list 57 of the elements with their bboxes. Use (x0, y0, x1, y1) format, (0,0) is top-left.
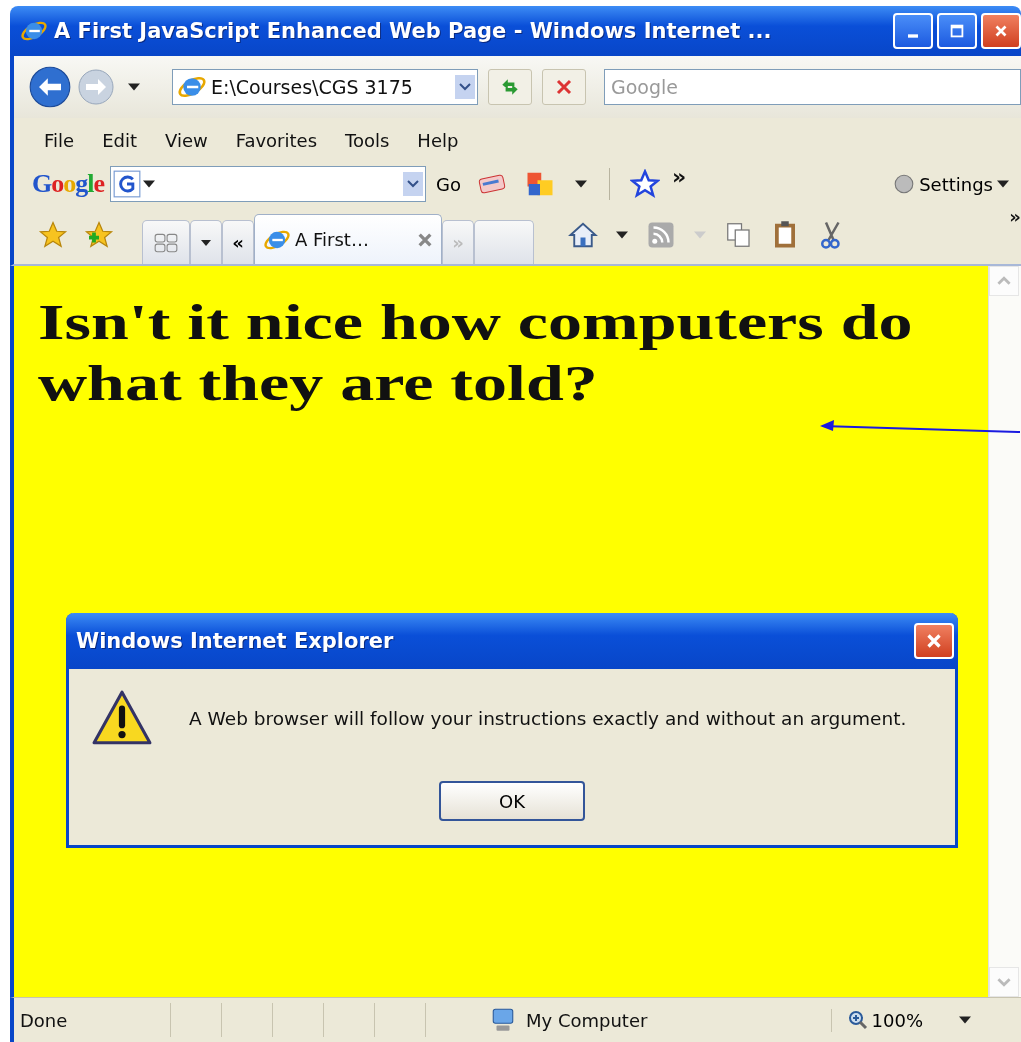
close-icon[interactable] (417, 231, 433, 248)
warning-icon (91, 689, 153, 747)
settings-button[interactable]: Settings (889, 173, 1013, 195)
computer-icon (490, 1007, 516, 1033)
add-favorite-icon[interactable] (84, 220, 114, 250)
close-button[interactable] (981, 13, 1021, 49)
quick-tabs-button[interactable] (142, 220, 190, 264)
home-icon[interactable] (568, 220, 598, 250)
dropdown-icon[interactable] (455, 74, 475, 100)
dropdown-icon[interactable] (403, 171, 423, 197)
ok-button[interactable]: OK (439, 781, 585, 821)
caret-icon (997, 180, 1009, 188)
status-text: Done (19, 1009, 69, 1031)
dialog-message: A Web browser will follow your instructions exactly and without an argument. (189, 707, 907, 729)
close-button[interactable] (914, 623, 954, 659)
more-chevron[interactable]: » (1009, 206, 1021, 227)
dialog-title: Windows Internet Explorer (76, 629, 394, 653)
maximize-button[interactable] (937, 13, 977, 49)
menu-item[interactable]: Favorites (231, 129, 321, 151)
menu-item[interactable]: File (40, 129, 79, 151)
minimize-icon (908, 34, 918, 38)
caret-icon (201, 239, 211, 246)
caret-icon[interactable] (575, 180, 587, 188)
browser-tab[interactable]: A First… (254, 214, 442, 264)
caret-icon[interactable] (128, 83, 140, 91)
more-chevron[interactable]: » (672, 164, 687, 189)
window-title: A First JavaScript Enhanced Web Page - Windows Internet ... (54, 19, 773, 43)
minimize-button[interactable] (893, 13, 933, 49)
back-button[interactable] (28, 65, 72, 109)
favorites-star-icon[interactable] (38, 220, 68, 250)
menu-item[interactable]: Edit (98, 129, 141, 151)
caret-icon[interactable] (143, 180, 155, 188)
circle-icon (893, 173, 916, 195)
go-button[interactable]: Go (432, 173, 465, 195)
address-field[interactable]: E:\Courses\CGS 3175 (172, 69, 478, 105)
maximize-icon (948, 22, 966, 40)
feed-icon[interactable] (646, 220, 676, 250)
menu-item[interactable]: Tools (341, 129, 394, 151)
grid-icon (153, 231, 179, 254)
search-field[interactable]: Google (604, 69, 1021, 105)
caret-icon[interactable] (959, 1016, 971, 1024)
scroll-left-button[interactable]: « (222, 220, 254, 264)
magnifier-icon (847, 1010, 868, 1030)
google-logo: Google (32, 169, 104, 199)
caret-icon[interactable] (616, 231, 628, 239)
stop-icon (554, 77, 574, 97)
zone-text: My Computer (526, 1009, 648, 1031)
star-icon[interactable] (630, 169, 660, 199)
google-search-field[interactable] (110, 166, 426, 202)
menu-item[interactable]: View (161, 129, 212, 151)
page-heading: Isn't it nice how computers do what they are told? (38, 293, 914, 413)
refresh-button[interactable] (488, 69, 532, 105)
stop-button[interactable] (542, 69, 586, 105)
tab-list-button[interactable] (190, 220, 222, 264)
g-icon (113, 170, 141, 198)
menu-item[interactable]: Help (413, 129, 463, 151)
zoom-button[interactable]: 100% (830, 1008, 929, 1032)
